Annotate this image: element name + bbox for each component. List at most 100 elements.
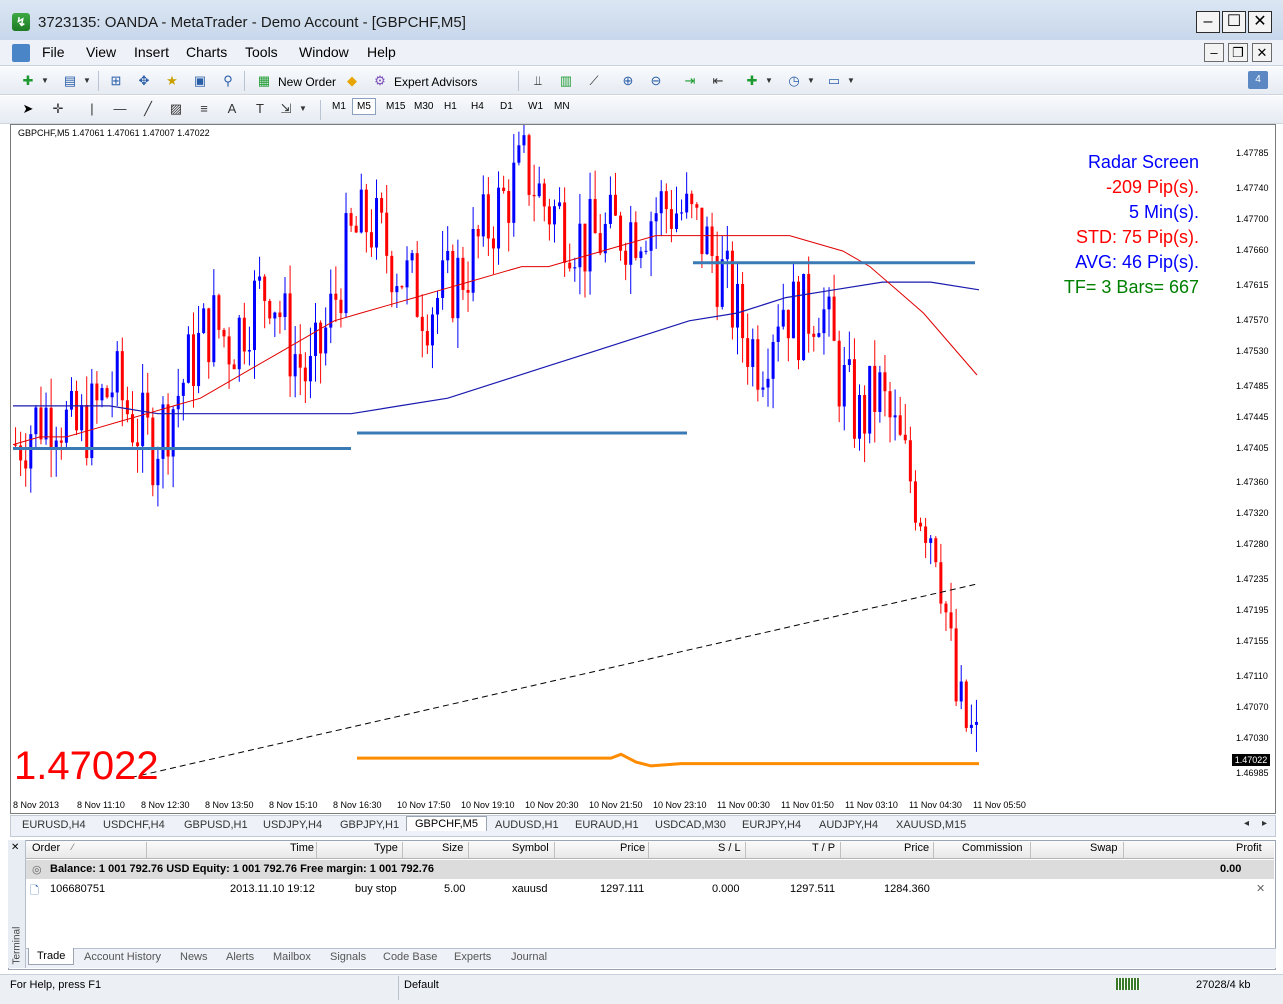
new-chart-icon[interactable]: ✚ — [18, 71, 38, 91]
mdi-close-button[interactable]: ✕ — [1252, 43, 1272, 62]
menu-insert[interactable]: Insert — [134, 44, 169, 60]
dropdown-arrow-icon[interactable]: ▼ — [82, 71, 92, 91]
arrows-icon[interactable]: ⇲ — [276, 99, 296, 119]
tab-signals[interactable]: Signals — [330, 951, 366, 963]
tab-audusd-h1[interactable]: AUDUSD,H1 — [495, 819, 559, 831]
tab-audjpy-h4[interactable]: AUDJPY,H4 — [819, 819, 878, 831]
col-size[interactable]: Size — [442, 842, 463, 859]
tab-gbpchf-m5[interactable]: GBPCHF,M5 — [406, 816, 487, 831]
col-tp[interactable]: T / P — [812, 842, 835, 859]
tab-mailbox[interactable]: Mailbox — [273, 951, 311, 963]
candlestick-chart-icon[interactable]: ▥ — [556, 71, 576, 91]
dropdown-arrow-icon[interactable]: ▼ — [846, 71, 856, 91]
autotrading-warning-icon[interactable]: ◆ — [342, 71, 362, 91]
zoom-in-icon[interactable]: ⊕ — [618, 71, 638, 91]
col-profit[interactable]: Profit — [1236, 842, 1262, 859]
tab-code-base[interactable]: Code Base — [383, 951, 437, 963]
tab-eurusd-h4[interactable]: EURUSD,H4 — [22, 819, 86, 831]
equidistant-channel-icon[interactable]: ▨ — [166, 99, 186, 119]
mdi-minimize-button[interactable]: – — [1204, 43, 1224, 62]
periods-clock-icon[interactable]: ◷ — [784, 71, 804, 91]
strategy-tester-icon[interactable]: ⚲ — [218, 71, 238, 91]
tabs-scroll-left-icon[interactable]: ◂ — [1244, 818, 1249, 829]
col-price[interactable]: Price — [620, 842, 645, 859]
cursor-icon[interactable]: ➤ — [18, 99, 38, 119]
indicators-icon[interactable]: ✚ — [742, 71, 762, 91]
mdi-restore-button[interactable]: ❐ — [1228, 43, 1248, 62]
delete-order-icon[interactable]: ✕ — [1256, 882, 1265, 895]
timeframe-h4[interactable]: H4 — [471, 101, 484, 112]
col-commission[interactable]: Commission — [962, 842, 1023, 859]
notifications-icon[interactable]: 4 — [1248, 71, 1268, 89]
menu-charts[interactable]: Charts — [186, 44, 227, 60]
menu-window[interactable]: Window — [299, 44, 349, 60]
menu-file[interactable]: File — [42, 44, 65, 60]
tab-trade[interactable]: Trade — [28, 948, 75, 965]
minimize-button[interactable]: – — [1196, 11, 1220, 33]
market-watch-icon[interactable]: ⊞ — [106, 71, 126, 91]
timeframe-w1[interactable]: W1 — [528, 101, 543, 112]
horizontal-line-icon[interactable]: — — [110, 99, 130, 119]
tab-usdcad-m30[interactable]: USDCAD,M30 — [655, 819, 726, 831]
tabs-scroll-right-icon[interactable]: ▸ — [1262, 818, 1267, 829]
tab-gbpjpy-h1[interactable]: GBPJPY,H1 — [340, 819, 399, 831]
dropdown-arrow-icon[interactable]: ▼ — [806, 71, 816, 91]
navigator-icon[interactable]: ★ — [162, 71, 182, 91]
crosshair-icon[interactable]: ✛ — [48, 99, 68, 119]
col-order[interactable]: Order — [32, 842, 60, 859]
fibonacci-icon[interactable]: ≡ — [194, 99, 214, 119]
tab-eurjpy-h4[interactable]: EURJPY,H4 — [742, 819, 801, 831]
timeframe-m30[interactable]: M30 — [414, 101, 433, 112]
maximize-button[interactable]: ☐ — [1222, 11, 1246, 33]
auto-scroll-icon[interactable]: ⇥ — [680, 71, 700, 91]
templates-icon[interactable]: ▭ — [824, 71, 844, 91]
tab-account-history[interactable]: Account History — [84, 951, 161, 963]
timeframe-m5[interactable]: M5 — [352, 98, 376, 115]
dropdown-arrow-icon[interactable]: ▼ — [764, 71, 774, 91]
menu-view[interactable]: View — [86, 44, 116, 60]
text-label-icon[interactable]: T — [250, 99, 270, 119]
new-order-button[interactable]: New Order — [278, 75, 336, 89]
col-time[interactable]: Time — [290, 842, 314, 859]
data-window-icon[interactable]: ✥ — [134, 71, 154, 91]
tab-experts[interactable]: Experts — [454, 951, 491, 963]
trendline-icon[interactable]: ╱ — [138, 99, 158, 119]
tab-xauusd-m15[interactable]: XAUUSD,M15 — [896, 819, 966, 831]
expert-advisors-icon[interactable]: ⚙ — [370, 71, 390, 91]
close-button[interactable]: ✕ — [1248, 11, 1272, 33]
col-sl[interactable]: S / L — [718, 842, 741, 859]
tab-journal[interactable]: Journal — [511, 951, 547, 963]
tab-euraud-h1[interactable]: EURAUD,H1 — [575, 819, 639, 831]
zoom-out-icon[interactable]: ⊖ — [646, 71, 666, 91]
expert-advisors-button[interactable]: Expert Advisors — [394, 75, 477, 89]
dropdown-arrow-icon[interactable]: ▼ — [40, 71, 50, 91]
tab-alerts[interactable]: Alerts — [226, 951, 254, 963]
terminal-icon[interactable]: ▣ — [190, 71, 210, 91]
tab-gbpusd-h1[interactable]: GBPUSD,H1 — [184, 819, 248, 831]
menu-help[interactable]: Help — [367, 44, 396, 60]
text-icon[interactable]: A — [222, 99, 242, 119]
price-chart[interactable] — [11, 125, 1227, 797]
profiles-icon[interactable]: ▤ — [60, 71, 80, 91]
timeframe-d1[interactable]: D1 — [500, 101, 513, 112]
bar-chart-icon[interactable]: ⫫ — [528, 71, 548, 91]
col-symbol[interactable]: Symbol — [512, 842, 549, 859]
col-swap[interactable]: Swap — [1090, 842, 1118, 859]
dropdown-arrow-icon[interactable]: ▼ — [298, 99, 308, 119]
vertical-line-icon[interactable]: | — [82, 99, 102, 119]
menu-tools[interactable]: Tools — [245, 44, 278, 60]
col-price-current[interactable]: Price — [904, 842, 929, 859]
timeframe-m1[interactable]: M1 — [332, 101, 346, 112]
timeframe-m15[interactable]: M15 — [386, 101, 405, 112]
line-chart-icon[interactable]: ⟋ — [584, 71, 604, 91]
tab-usdchf-h4[interactable]: USDCHF,H4 — [103, 819, 165, 831]
new-order-icon[interactable]: ▦ — [254, 71, 274, 91]
chart-shift-icon[interactable]: ⇤ — [708, 71, 728, 91]
terminal-close-icon[interactable]: ✕ — [11, 842, 19, 853]
tab-news[interactable]: News — [180, 951, 208, 963]
col-type[interactable]: Type — [374, 842, 398, 859]
timeframe-h1[interactable]: H1 — [444, 101, 457, 112]
table-row[interactable]: 🗋 106680751 2013.11.10 19:12 buy stop 5.… — [26, 880, 1274, 899]
balance-row[interactable]: ◎ Balance: 1 001 792.76 USD Equity: 1 00… — [26, 860, 1274, 879]
timeframe-mn[interactable]: MN — [554, 101, 570, 112]
